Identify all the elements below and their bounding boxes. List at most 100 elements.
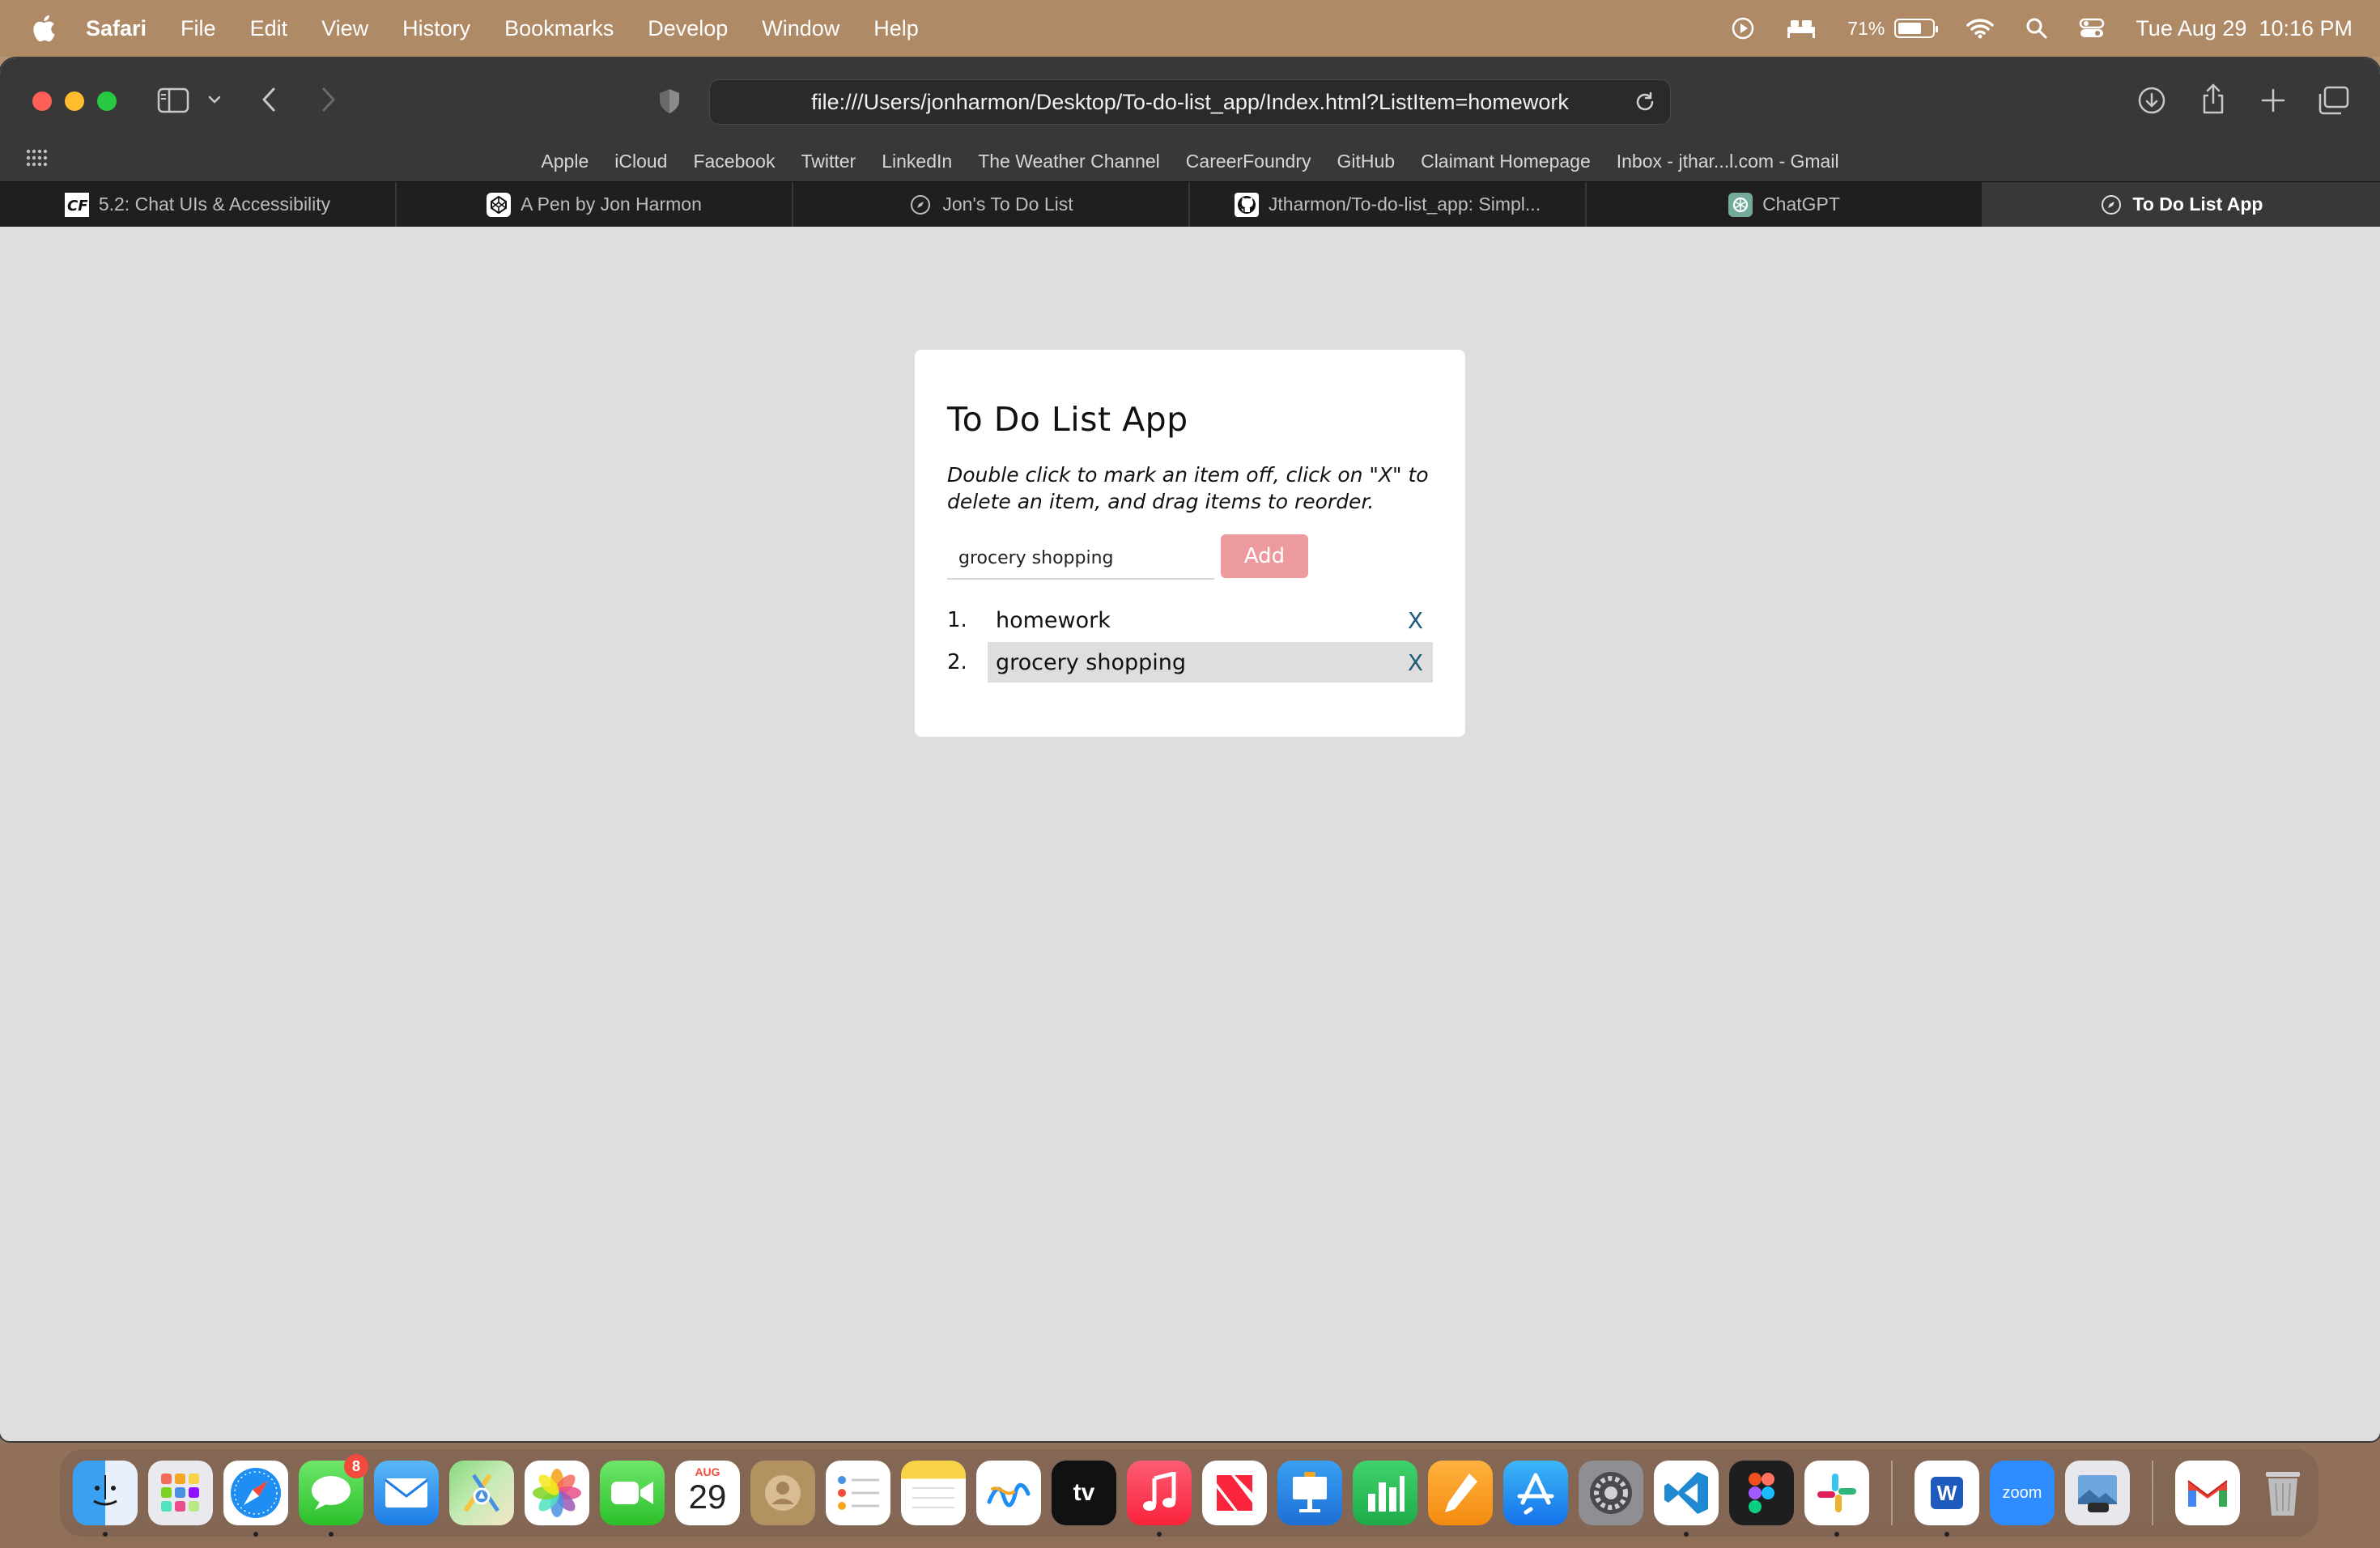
menu-view[interactable]: View (321, 16, 368, 41)
new-tab-plus-icon[interactable] (2260, 87, 2286, 117)
forward-arrow-icon[interactable] (319, 86, 337, 117)
tab-jons-to-do-list[interactable]: Jon's To Do List (793, 182, 1190, 227)
finder-icon[interactable] (73, 1461, 138, 1537)
battery-icon (1894, 19, 1939, 38)
reload-icon[interactable] (1633, 90, 1657, 120)
favorite-icloud[interactable]: iCloud (614, 151, 667, 172)
favorite-gmail-inbox[interactable]: Inbox - jthar...l.com - Gmail (1617, 151, 1839, 172)
github-icon (1234, 192, 1259, 217)
reminders-icon[interactable] (826, 1461, 890, 1525)
menu-history[interactable]: History (402, 16, 470, 41)
dock-separator (2152, 1461, 2153, 1525)
preview-icon[interactable] (2065, 1461, 2130, 1525)
menu-bookmarks[interactable]: Bookmarks (504, 16, 614, 41)
tab-chatgpt[interactable]: ChatGPT (1587, 182, 1983, 227)
tab-codepen[interactable]: A Pen by Jon Harmon (397, 182, 793, 227)
delete-item-button[interactable]: X (1408, 607, 1423, 634)
favorite-claimant-homepage[interactable]: Claimant Homepage (1421, 151, 1591, 172)
sleep-bed-icon[interactable] (1786, 17, 1817, 40)
favorite-github[interactable]: GitHub (1337, 151, 1395, 172)
figma-icon[interactable] (1729, 1461, 1794, 1525)
gmail-icon[interactable] (2175, 1461, 2240, 1525)
menu-develop[interactable]: Develop (648, 16, 728, 41)
menu-window[interactable]: Window (762, 16, 839, 41)
favorite-twitter[interactable]: Twitter (801, 151, 856, 172)
tv-label: tv (1073, 1479, 1095, 1506)
web-page: To Do List App Double click to mark an i… (0, 227, 2380, 1441)
url-text[interactable]: file:///Users/jonharmon/Desktop/To-do-li… (811, 90, 1569, 115)
freeform-icon[interactable] (976, 1461, 1041, 1525)
notes-icon[interactable] (901, 1461, 966, 1525)
new-item-input[interactable] (947, 538, 1214, 580)
back-arrow-icon[interactable] (261, 86, 278, 117)
apple-menu-icon[interactable] (29, 13, 57, 44)
minimize-window-button[interactable] (65, 91, 84, 111)
slack-icon[interactable] (1804, 1461, 1869, 1537)
favorite-facebook[interactable]: Facebook (693, 151, 775, 172)
pages-icon[interactable] (1428, 1461, 1493, 1525)
favorite-linkedin[interactable]: LinkedIn (882, 151, 952, 172)
delete-item-button[interactable]: X (1408, 649, 1423, 676)
close-window-button[interactable] (32, 91, 52, 111)
maps-icon[interactable] (449, 1461, 514, 1525)
favorite-weather-channel[interactable]: The Weather Channel (978, 151, 1160, 172)
privacy-shield-icon[interactable] (657, 87, 682, 119)
menu-help[interactable]: Help (873, 16, 919, 41)
favorites-bar: Apple iCloud Facebook Twitter LinkedIn T… (0, 142, 2380, 180)
svg-text:CF: CF (67, 198, 88, 215)
wifi-icon[interactable] (1966, 17, 1995, 40)
music-icon[interactable] (1127, 1461, 1192, 1537)
word-icon[interactable]: W (1915, 1461, 1979, 1537)
list-item[interactable]: 1. homework X (947, 599, 1433, 641)
trash-icon[interactable] (2250, 1461, 2315, 1525)
tab-label: To Do List App (2132, 194, 2263, 215)
chevron-down-icon[interactable] (207, 94, 222, 109)
control-center-icon[interactable] (2079, 17, 2105, 40)
mail-icon[interactable] (374, 1461, 439, 1525)
tab-overview-icon[interactable] (2317, 86, 2349, 119)
apple-tv-icon[interactable]: tv (1052, 1461, 1116, 1525)
spotlight-search-icon[interactable] (2025, 17, 2048, 40)
menubar-clock[interactable]: Tue Aug 29 10:16 PM (2136, 16, 2352, 41)
sidebar-toggle-icon[interactable] (157, 87, 189, 117)
tab-github-repo[interactable]: Jtharmon/To-do-list_app: Simpl... (1190, 182, 1587, 227)
downloads-icon[interactable] (2137, 86, 2166, 119)
messages-badge: 8 (344, 1454, 368, 1478)
share-icon[interactable] (2200, 83, 2226, 119)
favorite-apple[interactable]: Apple (541, 151, 589, 172)
tab-to-do-list-app[interactable]: To Do List App (1983, 182, 2380, 227)
tab-label: A Pen by Jon Harmon (521, 194, 702, 215)
calendar-month: AUG (695, 1465, 720, 1478)
battery-status[interactable]: 71% (1847, 18, 1939, 40)
keynote-icon[interactable] (1277, 1461, 1342, 1525)
menu-file[interactable]: File (181, 16, 216, 41)
tab-chat-uis[interactable]: CF 5.2: Chat UIs & Accessibility (0, 182, 397, 227)
add-button[interactable]: Add (1221, 534, 1308, 578)
calendar-day: 29 (688, 1478, 727, 1516)
numbers-icon[interactable] (1353, 1461, 1417, 1525)
news-icon[interactable] (1202, 1461, 1267, 1525)
dock-separator (1891, 1461, 1893, 1525)
fullscreen-window-button[interactable] (97, 91, 117, 111)
item-text[interactable]: homework (988, 600, 1433, 640)
photos-icon[interactable] (525, 1461, 589, 1525)
facetime-icon[interactable] (600, 1461, 665, 1525)
contacts-icon[interactable] (750, 1461, 815, 1525)
compass-icon (2099, 193, 2123, 217)
launchpad-icon[interactable] (148, 1461, 213, 1525)
vscode-icon[interactable] (1654, 1461, 1719, 1537)
messages-icon[interactable]: 8 (299, 1454, 368, 1537)
system-settings-icon[interactable] (1579, 1461, 1643, 1525)
app-store-icon[interactable] (1503, 1461, 1568, 1525)
safari-icon[interactable] (223, 1461, 288, 1537)
zoom-icon[interactable]: zoom (1990, 1461, 2055, 1525)
list-item[interactable]: 2. grocery shopping X (947, 641, 1433, 683)
address-bar[interactable]: file:///Users/jonharmon/Desktop/To-do-li… (709, 79, 1671, 125)
menu-app-safari[interactable]: Safari (86, 16, 147, 41)
calendar-icon[interactable]: AUG 29 (675, 1461, 740, 1525)
item-text[interactable]: grocery shopping (988, 642, 1433, 683)
chatgpt-icon (1728, 192, 1753, 217)
now-playing-icon[interactable] (1731, 16, 1755, 40)
favorite-careerfoundry[interactable]: CareerFoundry (1186, 151, 1311, 172)
menu-edit[interactable]: Edit (250, 16, 288, 41)
